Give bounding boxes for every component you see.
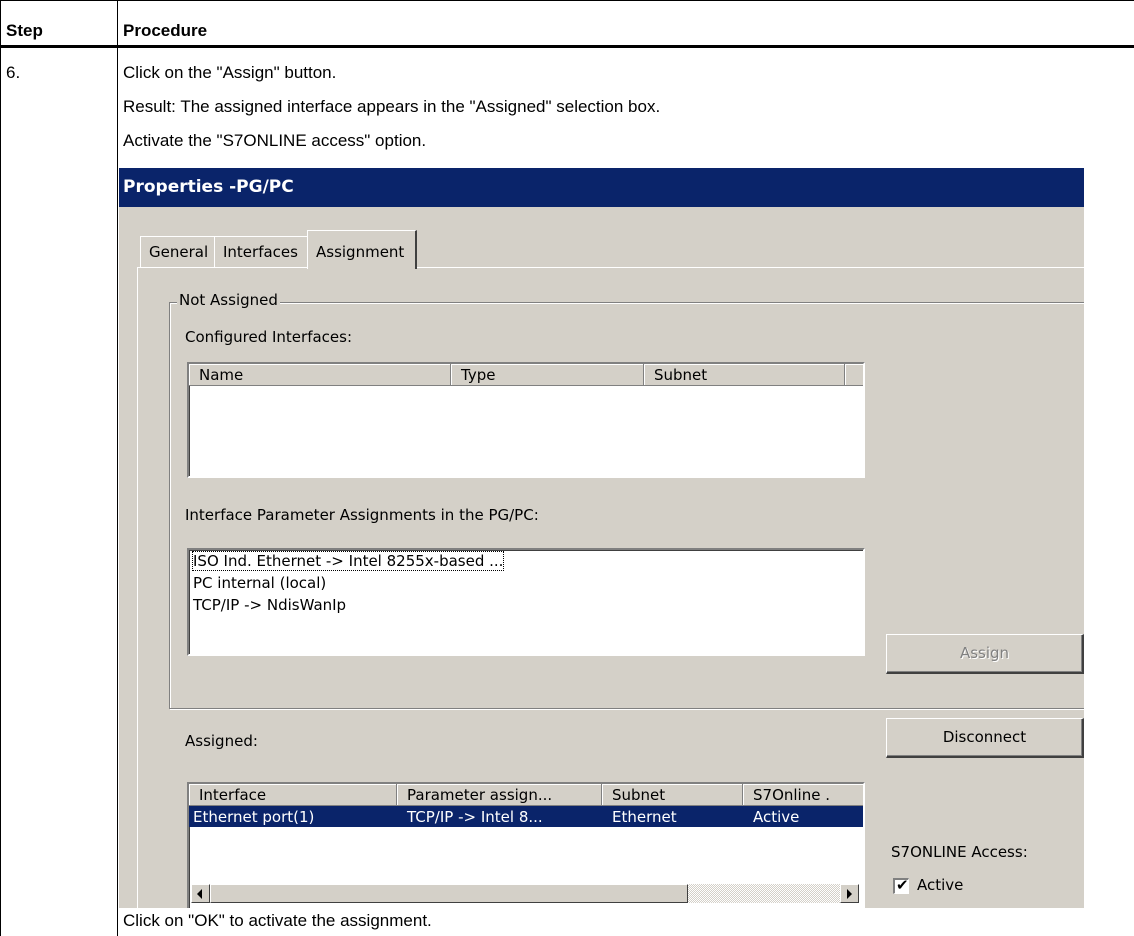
dialog-title: Properties -PG/PC [123,177,294,197]
table-border-left [0,0,1,936]
column-type[interactable]: Type [451,364,644,386]
tab-interfaces[interactable]: Interfaces [214,236,309,267]
param-item-iso-ethernet[interactable]: ISO Ind. Ethernet -> Intel 8255x-based .… [191,551,505,571]
instruction-footer: Click on "OK" to activate the assignment… [123,911,432,930]
tab-interfaces-label: Interfaces [223,243,298,261]
active-checkbox[interactable]: ✔ [893,876,909,894]
not-assigned-group-label: Not Assigned [177,291,280,309]
cell-s7online: Active [753,808,800,826]
scroll-track[interactable] [688,884,840,903]
assigned-list[interactable]: Interface Parameter assign... Subnet S7O… [187,782,865,908]
checkmark-icon: ✔ [896,876,909,894]
configured-list-header: Name Type Subnet [189,364,863,386]
configured-interfaces-list[interactable]: Name Type Subnet [187,362,865,478]
column-interface-label: Interface [199,786,267,804]
param-assignments-list[interactable]: ISO Ind. Ethernet -> Intel 8255x-based .… [187,548,865,656]
s7online-access-label: S7ONLINE Access: [891,843,1028,861]
table-header-divider [0,45,1134,48]
header-procedure: Procedure [123,21,208,40]
instruction-line-3: Activate the "S7ONLINE access" option. [123,131,427,150]
cell-subnet: Ethernet [612,808,677,826]
column-subnet[interactable]: Subnet [602,784,743,806]
tab-general-label: General [149,243,209,261]
column-parameter-assign[interactable]: Parameter assign... [397,784,602,806]
scroll-left-button[interactable] [191,884,210,903]
dialog-titlebar[interactable]: Properties -PG/PC [119,168,1084,207]
chevron-right-icon [847,889,852,899]
column-interface[interactable]: Interface [189,784,397,806]
disconnect-button-label: Disconnect [942,728,1027,746]
column-filler [845,364,863,386]
cell-interface: Ethernet port(1) [193,808,315,826]
column-parameter-assign-label: Parameter assign... [407,786,553,804]
column-subnet-label: Subnet [654,366,708,384]
scroll-thumb[interactable] [210,884,688,903]
disconnect-button[interactable]: Disconnect [886,718,1084,758]
assign-button[interactable]: Assign [886,634,1084,674]
param-item-tcpip-ndiswanip[interactable]: TCP/IP -> NdisWanIp [193,596,346,614]
param-item-pc-internal[interactable]: PC internal (local) [193,574,326,592]
column-subnet-label: Subnet [612,786,666,804]
param-assignments-label: Interface Parameter Assignments in the P… [185,506,539,524]
scroll-right-button[interactable] [840,884,859,903]
assigned-label: Assigned: [185,732,258,750]
column-subnet[interactable]: Subnet [644,364,845,386]
active-checkbox-label[interactable]: Active [917,876,963,894]
table-border-top [0,0,1134,1]
tab-assignment-label: Assignment [316,243,405,261]
column-s7online[interactable]: S7Online . [743,784,863,806]
cell-parameter: TCP/IP -> Intel 8... [407,808,543,826]
assigned-list-header: Interface Parameter assign... Subnet S7O… [189,784,863,806]
column-name-label: Name [199,366,244,384]
column-s7online-label: S7Online . [753,786,830,804]
assign-button-label: Assign [959,644,1010,662]
assigned-row-ethernet-port[interactable]: Ethernet port(1) TCP/IP -> Intel 8... Et… [189,806,863,827]
column-type-label: Type [461,366,496,384]
step-number: 6. [6,63,21,82]
properties-dialog: Properties -PG/PC General Interfaces Ass… [119,168,1084,908]
tab-assignment[interactable]: Assignment [307,230,417,269]
assigned-hscrollbar[interactable] [191,884,859,903]
tab-general[interactable]: General [140,236,215,267]
configured-interfaces-label: Configured Interfaces: [185,328,353,346]
header-step: Step [6,21,43,40]
instruction-line-1: Click on the "Assign" button. [123,63,337,82]
instruction-line-2: Result: The assigned interface appears i… [123,97,661,116]
chevron-left-icon [197,889,202,899]
column-name[interactable]: Name [189,364,451,386]
table-column-divider [117,0,118,936]
